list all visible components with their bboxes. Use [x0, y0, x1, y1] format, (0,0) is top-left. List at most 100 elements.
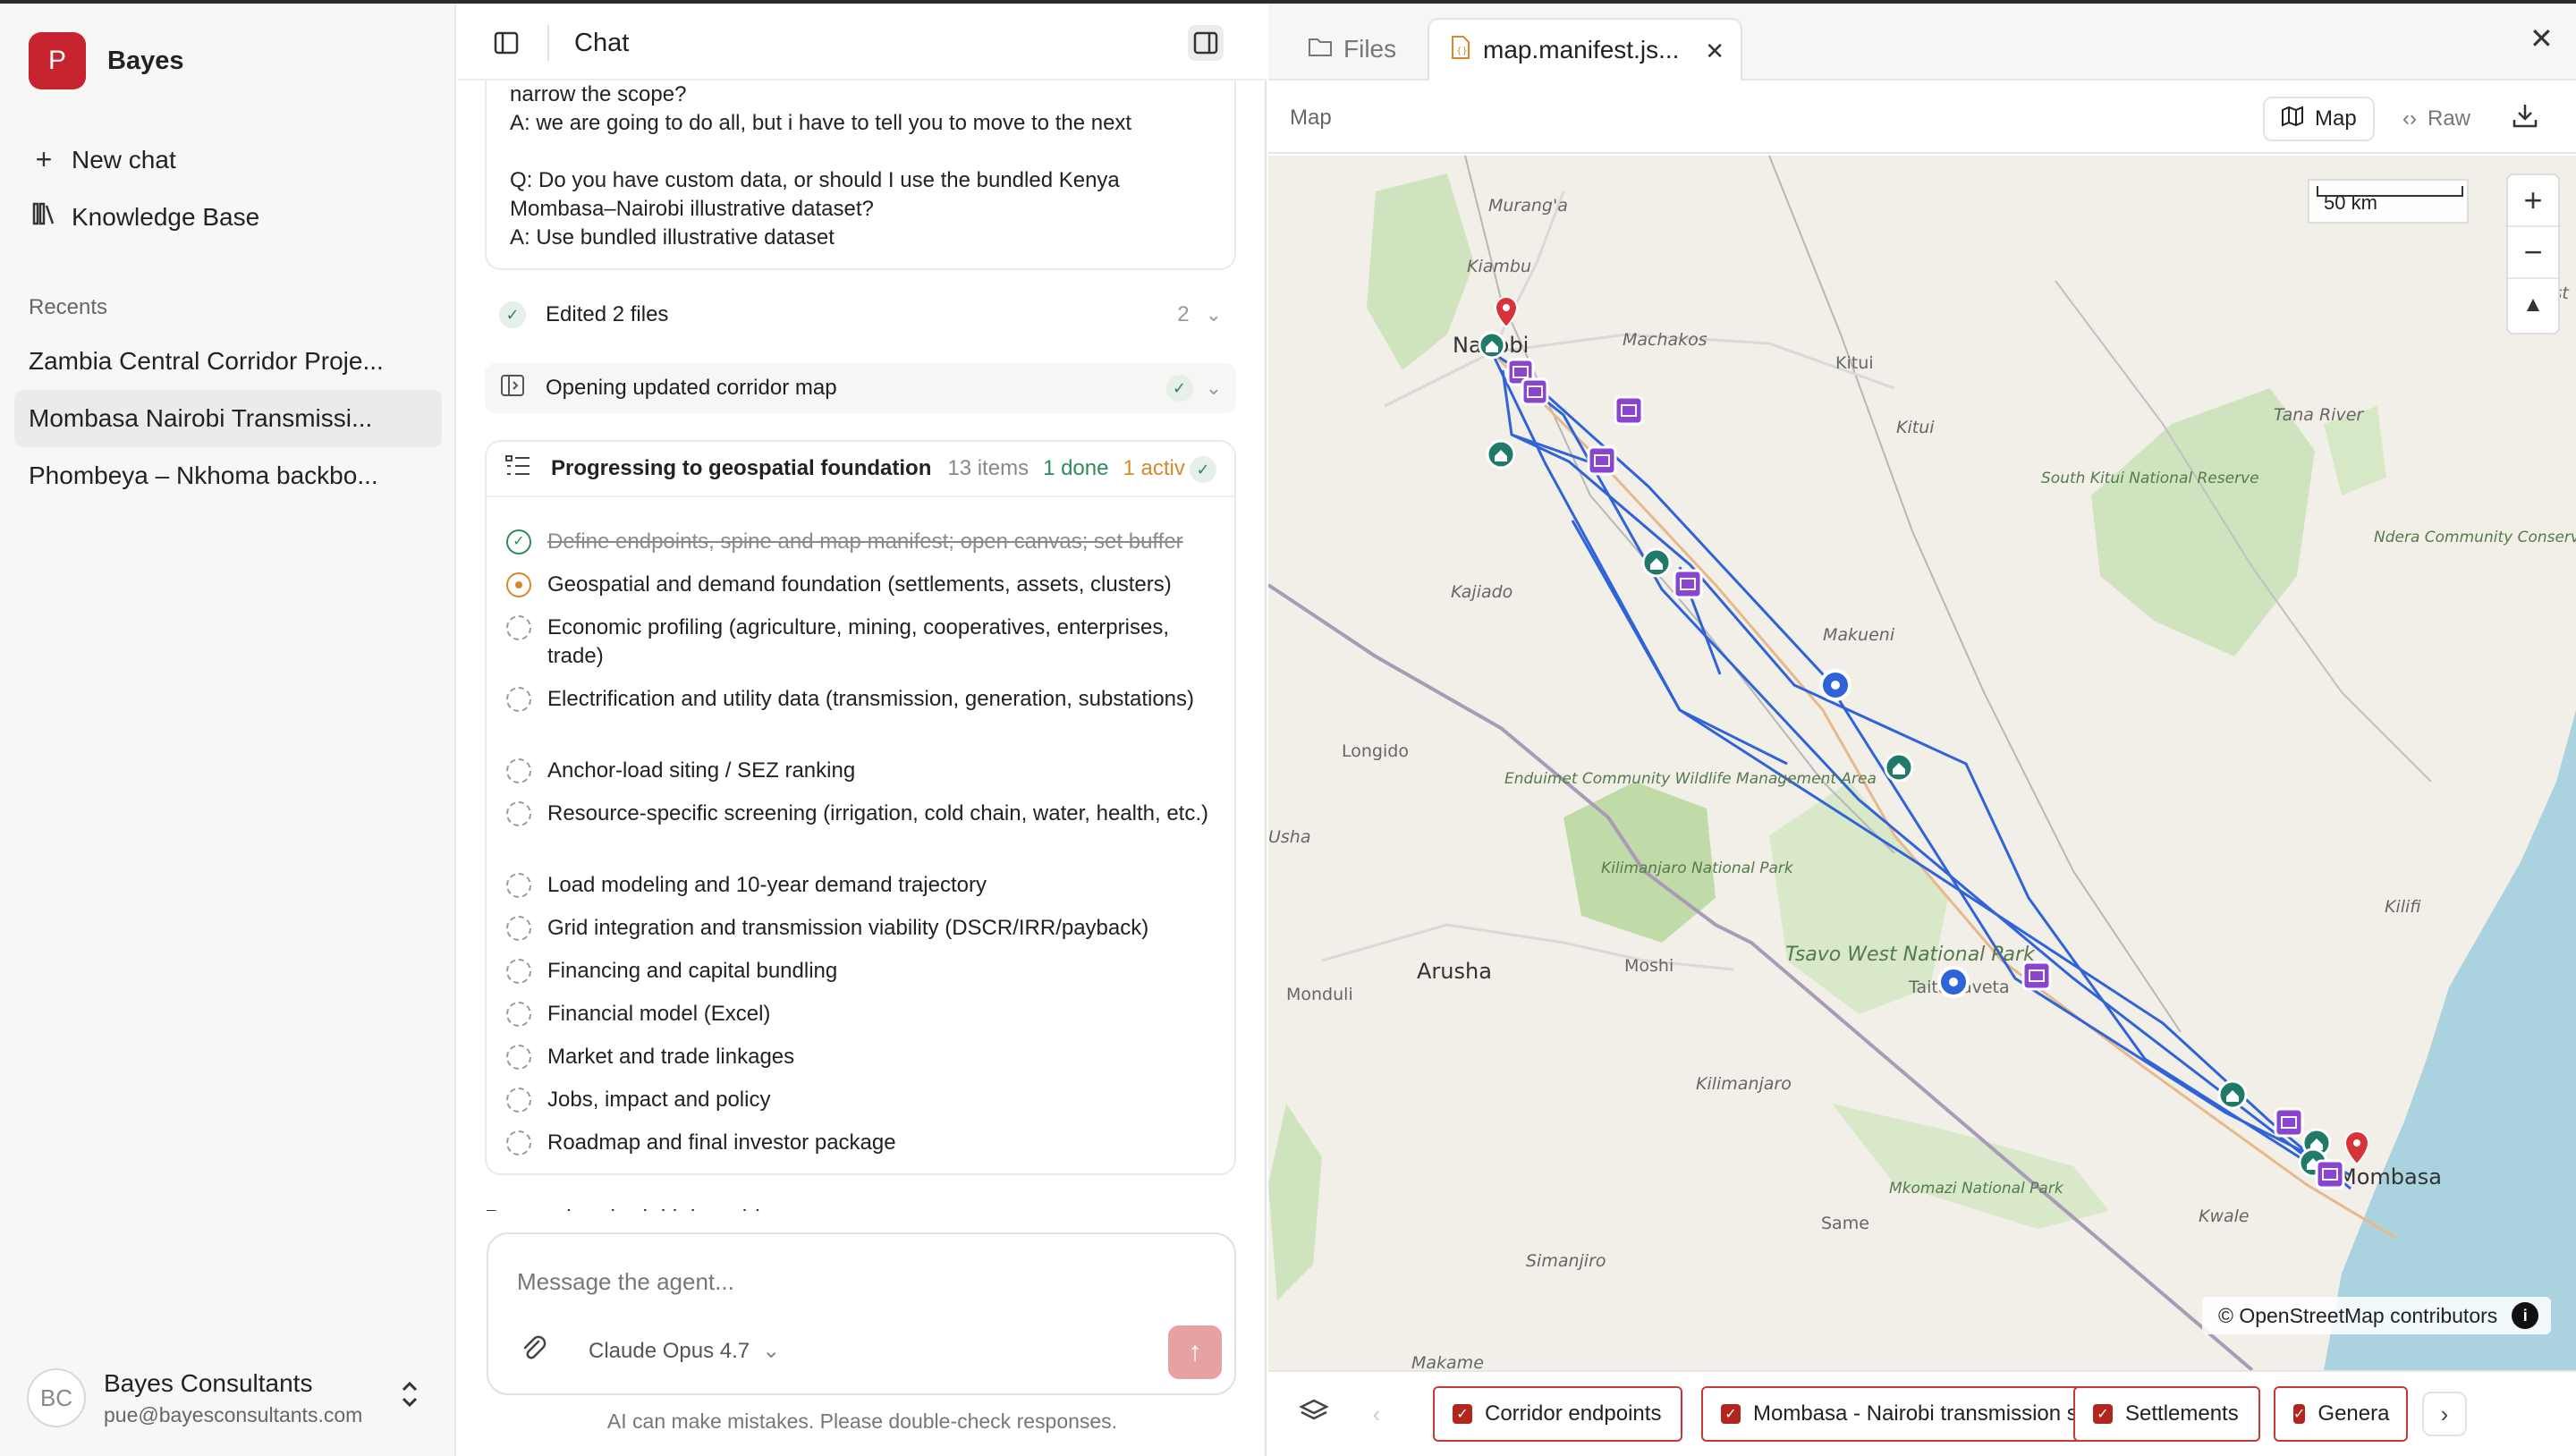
todo-item: ✓ Define endpoints, spine and map manifes…: [506, 528, 1222, 556]
place-label: Mombasa: [2338, 1164, 2442, 1189]
tab-files[interactable]: Files: [1286, 18, 1418, 80]
pending-status-icon: [506, 873, 531, 898]
place-label: Same: [1821, 1214, 1869, 1233]
layers-icon[interactable]: [1299, 1397, 1329, 1433]
place-label: Enduimet Community Wildlife Management A…: [1504, 770, 1877, 788]
place-label: Kitui: [1835, 353, 1874, 373]
place-label: Simanjiro: [1526, 1251, 1606, 1271]
download-icon[interactable]: [2512, 102, 2538, 136]
sidebar-toggle-icon[interactable]: [488, 25, 524, 61]
tab-map-manifest-label: map.manifest.js...: [1483, 36, 1680, 63]
checkbox-checked-icon: ✓: [1721, 1404, 1741, 1424]
scroll-left-button[interactable]: ‹: [1354, 1392, 1399, 1436]
todo-text: Roadmap and final investor package: [547, 1130, 896, 1155]
map-attribution: © OpenStreetMap contributors i: [2202, 1297, 2552, 1334]
pending-status-icon: [506, 1088, 531, 1113]
tab-map-manifest[interactable]: {} map.manifest.js... ✕: [1428, 18, 1742, 80]
settlement-marker: [2217, 1079, 2248, 1110]
opening-map-step[interactable]: Opening updated corridor map ✓ ⌄: [485, 363, 1236, 413]
send-button[interactable]: ↑: [1168, 1325, 1222, 1379]
brand[interactable]: P Bayes: [29, 32, 183, 89]
info-icon[interactable]: i: [2512, 1302, 2539, 1329]
place-label: Makueni: [1823, 625, 1895, 645]
paperclip-icon[interactable]: [521, 1334, 547, 1370]
checkbox-checked-icon: ✓: [2093, 1404, 2113, 1424]
todo-item: Anchor-load siting / SEZ ranking: [506, 757, 1222, 785]
brand-name: Bayes: [107, 46, 184, 75]
layer-toggle-bar: ‹ ✓ Corridor endpoints ✓ Mombasa - Nairobi…: [1268, 1370, 2576, 1456]
substation-marker: [1937, 966, 1970, 998]
map-toolbar: Map Map ‹› Raw: [1268, 82, 2576, 154]
progress-item-count: 13 items: [947, 456, 1030, 480]
active-status-icon: [506, 572, 531, 597]
qa-line: [510, 138, 1211, 166]
place-label: Kiambu: [1467, 257, 1531, 276]
map-svg[interactable]: Murang'a Kiambu Nairobi Machakos Kitui K…: [1268, 156, 2576, 1370]
scroll-right-button[interactable]: ›: [2422, 1392, 2467, 1436]
place-label: Monduli: [1286, 985, 1353, 1004]
park-area: [1268, 1104, 1322, 1300]
chevron-up-down-icon[interactable]: [399, 1379, 420, 1417]
checkbox-checked-icon: ✓: [1453, 1404, 1472, 1424]
todo-text: Economic profiling (agriculture, mining,…: [547, 615, 1169, 668]
progress-header[interactable]: Progressing to geospatial foundation 13 …: [487, 442, 1234, 497]
todo-item: Economic profiling (agriculture, mining,…: [506, 614, 1222, 671]
qa-line: Mombasa–Nairobi illustrative dataset?: [510, 197, 874, 221]
pending-status-icon: [506, 1002, 531, 1027]
todo-item: Financial model (Excel): [506, 1000, 1222, 1029]
zoom-in-button[interactable]: +: [2508, 175, 2558, 227]
place-label: Kwale: [2199, 1206, 2250, 1226]
todo-text: Define endpoints, spine and map manifest…: [547, 529, 1183, 554]
edited-files-label: Edited 2 files: [546, 302, 669, 326]
recent-chat-item[interactable]: Zambia Central Corridor Proje...: [14, 333, 442, 390]
library-icon: [29, 200, 59, 233]
knowledge-base-label: Knowledge Base: [72, 202, 260, 231]
map-view-label-text: Map: [2315, 106, 2357, 131]
knowledge-base-button[interactable]: Knowledge Base: [29, 200, 259, 233]
progress-active-count: 1 activ: [1123, 456, 1185, 480]
close-tab-icon[interactable]: ✕: [1705, 38, 1724, 65]
pending-status-icon: [506, 959, 531, 984]
place-label: Tsavo West National Park: [1785, 944, 2036, 966]
done-check-icon: ✓: [506, 529, 531, 554]
layer-chip-label: Settlements: [2125, 1401, 2239, 1426]
map-view-button[interactable]: Map: [2263, 97, 2375, 141]
raw-view-button[interactable]: ‹› Raw: [2386, 97, 2487, 141]
chat-panel: narrow the scope? A: we are going to do …: [458, 4, 1267, 1456]
new-chat-button[interactable]: + New chat: [29, 143, 176, 176]
close-panel-icon[interactable]: ✕: [2529, 21, 2554, 55]
composer: Message the agent... Claude Opus 4.7 ⌄ ↑: [487, 1232, 1236, 1395]
message-input[interactable]: Message the agent...: [517, 1268, 734, 1296]
map-canvas[interactable]: Murang'a Kiambu Nairobi Machakos Kitui K…: [1268, 156, 2576, 1370]
code-icon: ‹›: [2402, 106, 2417, 131]
chat-title: Chat: [574, 29, 630, 57]
recent-chat-item-active[interactable]: Mombasa Nairobi Transmissi...: [14, 390, 442, 447]
zoom-out-button[interactable]: −: [2508, 227, 2558, 279]
compass-reset-button[interactable]: ▲: [2508, 279, 2558, 331]
panel-icon: [499, 372, 526, 405]
asset-marker: [1587, 445, 1617, 476]
asset-marker: [1614, 395, 1644, 426]
edited-files-step[interactable]: ✓ Edited 2 files 2 ⌄: [485, 290, 1236, 340]
panel-toggle-icon[interactable]: [1188, 25, 1224, 61]
brand-logo: P: [29, 32, 86, 89]
qa-line: narrow the scope?: [510, 82, 687, 106]
layer-chip-generation[interactable]: ✓ Genera: [2274, 1386, 2408, 1442]
user-account[interactable]: BC Bayes Consultants pue@bayesconsultant…: [27, 1368, 362, 1427]
pending-status-icon: [506, 1130, 531, 1155]
layer-chip-settlements[interactable]: ✓ Settlements: [2073, 1386, 2260, 1442]
disclaimer: AI can make mistakes. Please double-chec…: [606, 1409, 1118, 1433]
todo-item: Resource-specific screening (irrigation,…: [506, 800, 1222, 828]
qa-line: A: Use bundled illustrative dataset: [510, 225, 835, 250]
model-selector[interactable]: Claude Opus 4.7 ⌄: [589, 1338, 780, 1364]
check-icon: ✓: [499, 301, 526, 328]
user-email: pue@bayesconsultants.com: [104, 1402, 363, 1426]
settlement-marker: [1478, 331, 1506, 360]
park-area: [1832, 1104, 2109, 1229]
todo-item: Grid integration and transmission viabil…: [506, 914, 1222, 943]
asset-marker: [1521, 377, 1549, 406]
recent-chat-item[interactable]: Phombeya – Nkhoma backbo...: [14, 447, 442, 504]
todo-item: Load modeling and 10-year demand traject…: [506, 871, 1222, 900]
todo-item: Financing and capital bundling: [506, 957, 1222, 986]
layer-chip-corridor-endpoints[interactable]: ✓ Corridor endpoints: [1433, 1386, 1683, 1442]
